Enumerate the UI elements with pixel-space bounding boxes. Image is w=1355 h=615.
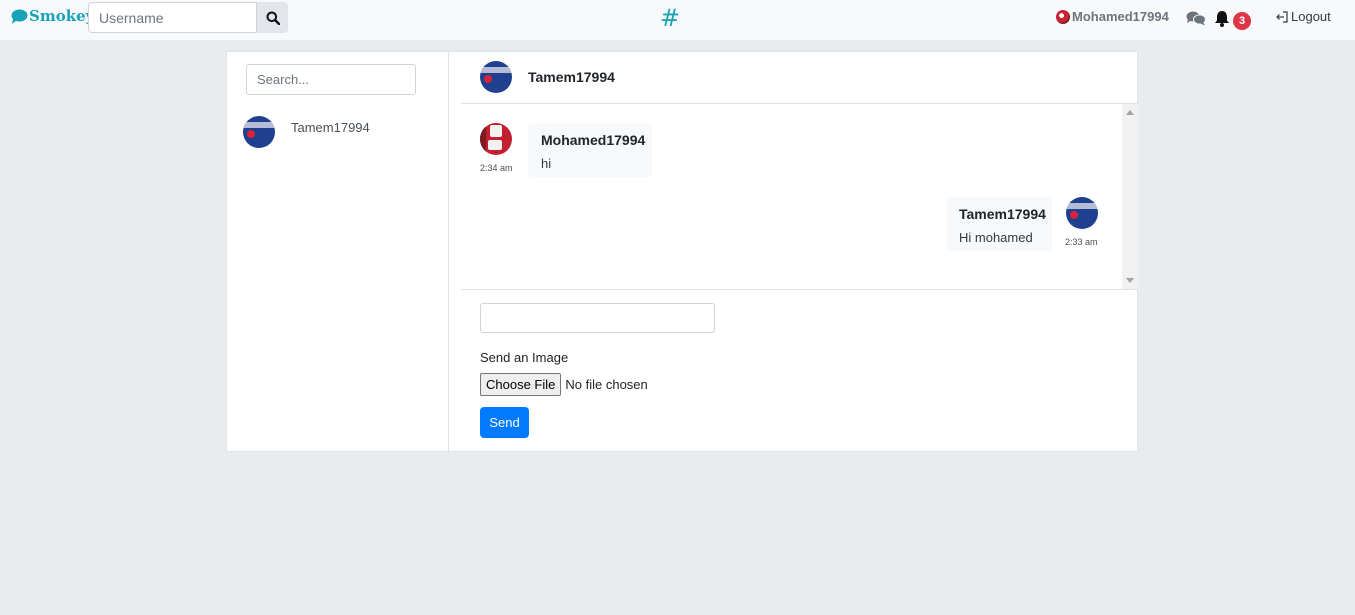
username-search-input[interactable] bbox=[88, 2, 257, 33]
message-bubble: Mohamed17994 hi bbox=[528, 123, 652, 177]
current-user-link[interactable]: Mohamed17994 bbox=[1056, 9, 1169, 24]
comments-icon bbox=[1186, 11, 1206, 26]
file-status: No file chosen bbox=[565, 377, 648, 392]
messages-link[interactable] bbox=[1186, 11, 1206, 31]
send-image-label: Send an Image bbox=[480, 350, 569, 365]
contact-search-input[interactable] bbox=[246, 64, 416, 95]
user-avatar-icon bbox=[1056, 9, 1070, 24]
notification-count-badge: 3 bbox=[1233, 12, 1251, 30]
composer-divider bbox=[461, 289, 1138, 290]
chat-bubble-icon bbox=[11, 9, 28, 24]
search-icon bbox=[266, 11, 280, 25]
partner-avatar bbox=[480, 61, 512, 93]
contact-item[interactable]: Tamem17994 bbox=[243, 116, 370, 148]
choose-file-button[interactable]: Choose File bbox=[480, 373, 562, 396]
file-picker: Choose File No file chosen bbox=[480, 373, 648, 396]
message-time: 2:33 am bbox=[1065, 237, 1098, 247]
message-sender: Mohamed17994 bbox=[541, 132, 646, 148]
search-button[interactable] bbox=[257, 2, 288, 33]
notifications-link[interactable] bbox=[1214, 10, 1230, 32]
message-text: hi bbox=[541, 156, 552, 171]
chat-header: Tamem17994 bbox=[480, 61, 615, 93]
messages-panel[interactable]: 2:34 am Mohamed17994 hi Tamem17994 Hi mo… bbox=[461, 104, 1138, 289]
scroll-up-arrow-icon[interactable] bbox=[1126, 110, 1134, 115]
brand-logo[interactable]: Smokey bbox=[11, 7, 94, 25]
home-hash-link[interactable]: # bbox=[660, 4, 680, 32]
contacts-sidebar: Tamem17994 bbox=[227, 52, 449, 451]
current-user-name: Mohamed17994 bbox=[1072, 9, 1169, 24]
message-time: 2:34 am bbox=[480, 163, 513, 173]
message-bubble: Tamem17994 Hi mohamed bbox=[946, 197, 1052, 251]
messages-scrollbar[interactable] bbox=[1122, 104, 1138, 289]
contact-name: Tamem17994 bbox=[291, 119, 370, 135]
partner-name: Tamem17994 bbox=[528, 69, 615, 85]
brand-name: Smokey bbox=[29, 7, 95, 25]
chat-card: Tamem17994 Tamem17994 2:34 am Mohamed179… bbox=[226, 51, 1138, 452]
message-avatar bbox=[1066, 197, 1098, 229]
logout-icon bbox=[1276, 10, 1288, 23]
message-input[interactable] bbox=[480, 303, 715, 333]
username-search-form bbox=[88, 2, 288, 33]
top-navbar: Smokey # Mohamed17994 3 Logout bbox=[0, 0, 1355, 40]
scroll-down-arrow-icon[interactable] bbox=[1126, 278, 1134, 283]
send-button[interactable]: Send bbox=[480, 407, 529, 438]
contact-avatar bbox=[243, 116, 275, 148]
bell-icon bbox=[1215, 11, 1229, 27]
logout-label: Logout bbox=[1291, 9, 1331, 24]
message-text: Hi mohamed bbox=[959, 230, 1033, 245]
message-sender: Tamem17994 bbox=[959, 206, 1046, 222]
message-avatar bbox=[480, 123, 512, 155]
logout-link[interactable]: Logout bbox=[1276, 9, 1331, 24]
